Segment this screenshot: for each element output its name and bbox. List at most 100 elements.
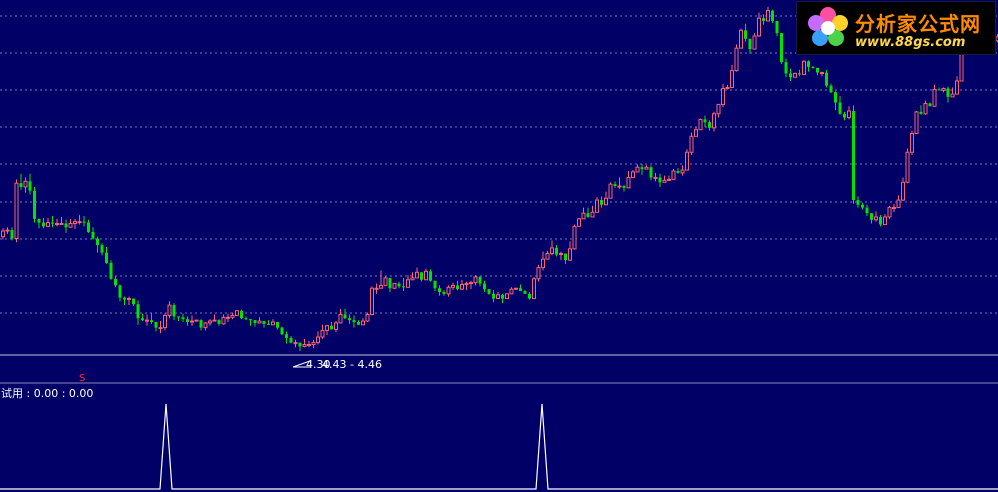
candle-body — [757, 17, 761, 37]
candle-body — [145, 319, 149, 322]
candle-body — [595, 199, 599, 213]
candle-body — [177, 316, 180, 318]
candle-body — [37, 218, 41, 223]
candle-body — [226, 316, 230, 319]
candle-body — [568, 248, 572, 261]
candle-body — [487, 289, 491, 294]
candle-body — [33, 190, 36, 219]
candle-body — [730, 70, 734, 89]
candle-body — [199, 320, 203, 328]
candle-body — [73, 221, 77, 225]
candle-body — [392, 283, 397, 289]
candle-body — [433, 280, 437, 289]
candle-body — [559, 253, 563, 256]
candle-body — [613, 184, 617, 187]
candle-body — [555, 247, 558, 255]
candlestick-series[interactable] — [1, 6, 998, 352]
candle-body — [577, 218, 581, 227]
candle-body — [649, 167, 653, 178]
candle-body — [572, 225, 577, 250]
candle-body — [865, 207, 869, 214]
candle-body — [622, 186, 626, 188]
candle-body — [46, 222, 50, 227]
candle-body — [923, 102, 928, 115]
candle-body — [838, 102, 842, 114]
candle-body — [136, 304, 140, 319]
candle-body — [905, 151, 910, 183]
candle-body — [100, 245, 104, 253]
candle-body — [662, 179, 667, 183]
candle-body — [253, 320, 257, 323]
flower-logo-icon — [808, 7, 848, 46]
candle-body — [338, 313, 343, 324]
candle-body — [892, 207, 896, 210]
candle-body — [123, 297, 126, 300]
candle-body — [581, 212, 586, 220]
candle-body — [635, 166, 640, 173]
candle-body — [257, 320, 262, 324]
candle-body — [42, 222, 45, 227]
candle-body — [141, 318, 144, 321]
candle-body — [249, 319, 252, 321]
candle-body — [762, 18, 765, 21]
candle-body — [158, 327, 163, 330]
candle-body — [910, 132, 914, 153]
candle-body — [932, 88, 937, 107]
candle-body — [887, 207, 892, 218]
candle-body — [397, 283, 401, 287]
candle-body — [550, 247, 554, 255]
candle-body — [87, 222, 90, 232]
candle-body — [217, 320, 221, 324]
candle-body — [901, 181, 905, 201]
candle-body — [280, 327, 284, 335]
candle-body — [523, 291, 527, 294]
candle-body — [456, 285, 459, 290]
candle-body — [402, 286, 405, 288]
candle-body — [23, 180, 28, 188]
candle-body — [608, 183, 613, 199]
candle-body — [19, 183, 23, 187]
candle-body — [181, 317, 185, 320]
candle-body — [870, 213, 873, 220]
candle-body — [451, 284, 455, 288]
candle-body — [348, 318, 351, 321]
candle-body — [775, 20, 779, 34]
candle-body — [82, 221, 86, 223]
candle-body — [105, 252, 108, 263]
candle-body — [748, 38, 752, 50]
candle-body — [208, 320, 212, 324]
candle-body — [820, 72, 824, 75]
candle-body — [914, 111, 919, 134]
candle-body — [955, 80, 959, 95]
candle-body — [311, 342, 316, 345]
kline-chart-canvas[interactable]: 4.30 4.43 - 4.46 S 试用 : 0.00 : 0.00 — [0, 0, 998, 492]
candle-body — [928, 103, 932, 107]
candle-body — [501, 294, 504, 299]
candle-body — [163, 314, 167, 329]
candle-body — [617, 185, 622, 188]
candle-body — [118, 285, 122, 298]
candle-body — [320, 329, 325, 338]
candle-body — [190, 320, 194, 323]
candle-body — [307, 343, 311, 346]
candle-body — [469, 282, 473, 285]
candle-body — [752, 35, 757, 50]
candle-body — [244, 318, 248, 320]
candle-body — [676, 170, 680, 173]
candle-body — [132, 298, 135, 305]
candle-body — [816, 67, 819, 73]
candle-body — [590, 211, 595, 218]
candle-body — [505, 293, 509, 300]
candle-body — [154, 321, 158, 328]
candle-body — [640, 167, 644, 170]
watermark-url: www.88gs.com — [855, 35, 966, 50]
candle-body — [698, 118, 703, 131]
candle-body — [793, 72, 797, 78]
candle-body — [739, 29, 743, 49]
candle-body — [694, 129, 698, 137]
candle-body — [725, 87, 730, 90]
candle-body — [51, 222, 54, 224]
candle-body — [528, 293, 531, 299]
candle-body — [514, 287, 518, 290]
candle-body — [334, 322, 338, 330]
